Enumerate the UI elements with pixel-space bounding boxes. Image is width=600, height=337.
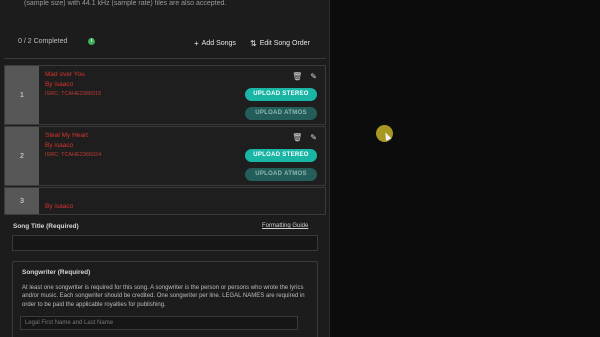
trash-icon[interactable]: 🗑 [292,133,302,142]
song-artist: By isaaco [45,203,74,210]
song-meta: Mad over You By isaaco ISRC: TCAHE236501… [45,70,101,99]
song-title[interactable]: Steal My Heart [45,131,101,141]
song-actions: 🗑 ✎ [292,72,317,81]
divider [4,58,326,59]
songwriter-name-input[interactable]: Legal First Name and Last Name [20,316,298,330]
upload-atmos-button[interactable]: UPLOAD ATMOS [245,168,317,181]
songwriter-placeholder: Legal First Name and Last Name [25,320,114,326]
song-title-label: Song Title (Required) [13,223,79,230]
info-circle-icon[interactable]: i [88,38,95,45]
song-title[interactable]: Mad over You [45,70,101,80]
song-actions: 🗑 ✎ [292,133,317,142]
upload-atmos-button[interactable]: UPLOAD ATMOS [245,107,317,120]
formatting-guide-link[interactable]: Formatting Guide [262,223,308,229]
song-number[interactable]: 1 [5,66,39,124]
completed-count: 0 / 2 Completed [18,38,68,45]
song-number[interactable]: 3 [5,188,39,214]
song-title-input[interactable] [12,235,318,251]
song-row[interactable]: 2 Steal My Heart By isaaco ISRC: TCAHE23… [4,126,326,186]
add-songs-label: Add Songs [201,40,236,47]
edit-icon[interactable]: ✎ [310,72,317,81]
edit-song-order-button[interactable]: ⇅ Edit Song Order [250,39,310,48]
add-songs-button[interactable]: + Add Songs [194,39,236,48]
release-editor-panel: (sample size) with 44.1 kHz (sample rate… [0,0,330,337]
reorder-icon: ⇅ [250,39,257,48]
songwriter-description: At least one songwriter is required for … [22,285,305,308]
progress-bar-row: 0 / 2 Completed i + Add Songs ⇅ Edit Son… [16,36,320,50]
upload-stereo-button[interactable]: UPLOAD STEREO [245,149,317,162]
song-row[interactable]: 3 By isaaco [4,187,326,215]
plus-icon: + [194,39,199,48]
song-number[interactable]: 2 [5,127,39,185]
format-note: (sample size) with 44.1 kHz (sample rate… [24,0,227,7]
song-isrc: ISRC: TCAHE2365016 [45,91,102,97]
song-meta: By isaaco [45,202,73,212]
trash-icon[interactable]: 🗑 [292,72,302,81]
song-meta: Steal My Heart By isaaco ISRC: TCAHE2365… [45,131,101,160]
song-row[interactable]: 1 Mad over You By isaaco ISRC: TCAHE2365… [4,65,326,125]
upload-stereo-button[interactable]: UPLOAD STEREO [245,88,317,101]
song-isrc: ISRC: TCAHE2365024 [45,152,102,158]
edit-icon[interactable]: ✎ [310,133,317,142]
edit-order-label: Edit Song Order [259,40,310,47]
song-artist: By isaaco [45,142,74,149]
song-artist: By isaaco [45,81,74,88]
songwriter-label: Songwriter (Required) [22,269,91,276]
